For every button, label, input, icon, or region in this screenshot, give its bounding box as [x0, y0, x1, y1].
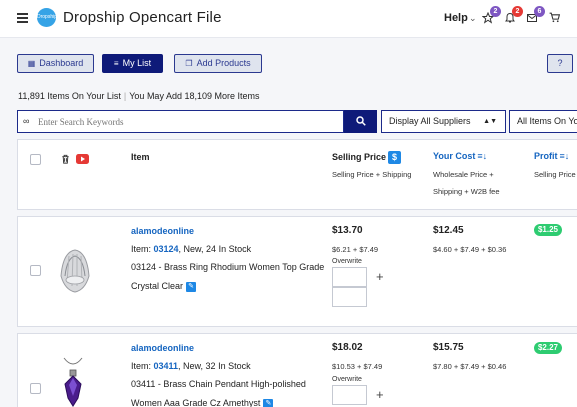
your-cost-label: Your Cost — [433, 151, 476, 161]
column-profit[interactable]: Profit ≡↓ — [534, 151, 569, 161]
item-stock: , New, 24 In Stock — [178, 244, 252, 254]
search-input[interactable] — [38, 114, 338, 129]
glasses-icon: ∞ — [23, 116, 30, 126]
app-title: Dropship Opencart File — [63, 9, 222, 26]
row-checkbox[interactable] — [30, 265, 41, 276]
dashboard-label: Dashboard — [39, 58, 84, 68]
selling-price-subtitle: Selling Price + Shipping — [332, 170, 412, 179]
plus-icon[interactable]: + — [376, 269, 384, 284]
search-field[interactable]: ∞ — [17, 110, 344, 133]
item-description: 03124 - Brass Ring Rhodium Women Top Gra… — [131, 258, 326, 296]
cart-button[interactable] — [548, 11, 562, 25]
list-icon: ≡ — [113, 59, 119, 68]
top-bar: Dropship Dropship Opencart File Help ⌄ 2… — [0, 0, 577, 38]
messages-button[interactable]: 6 — [526, 6, 545, 25]
overwrite-label: Overwrite — [332, 258, 362, 265]
column-item: Item — [131, 152, 150, 162]
plus-icon[interactable]: + — [376, 387, 384, 402]
supplier-name[interactable]: alamodeonline — [131, 343, 194, 353]
menu-icon[interactable] — [17, 13, 28, 23]
column-selling-price: Selling Price $ — [332, 151, 402, 164]
help-menu[interactable]: Help — [444, 12, 468, 24]
cart-icon — [549, 12, 561, 23]
item-prefix: Item: — [131, 361, 154, 371]
divider: | — [123, 91, 127, 101]
description-text: 03411 - Brass Chain Pendant High-polishe… — [131, 379, 306, 407]
overwrite-price-input[interactable] — [332, 267, 367, 287]
app-logo: Dropship — [37, 8, 57, 27]
dollar-icon[interactable]: $ — [388, 151, 402, 164]
add-products-label: Add Products — [196, 58, 251, 68]
youtube-icon[interactable] — [76, 154, 89, 164]
cost-breakdown: $7.80 + $7.49 + $0.46 — [433, 362, 507, 371]
description-text: 03124 - Brass Ring Rhodium Women Top Gra… — [131, 262, 325, 291]
cost-breakdown: $4.60 + $7.49 + $0.36 — [433, 245, 507, 254]
your-cost-subtitle-1: Wholesale Price + — [433, 170, 494, 179]
add-products-icon: ❐ — [185, 59, 193, 68]
selling-price-label: Selling Price — [332, 151, 387, 162]
list-count: 11,891 Items On Your List | You May Add 18… — [18, 91, 260, 101]
notifications-button[interactable]: 2 — [504, 6, 523, 25]
profit-badge: $1.25 — [534, 224, 562, 236]
edit-icon[interactable]: ✎ — [186, 281, 197, 292]
search-button[interactable] — [344, 110, 377, 133]
items-filter-value: All Items On Your — [517, 116, 577, 126]
sort-icon[interactable]: ≡↓ — [560, 151, 570, 161]
supplier-select[interactable]: Display All Suppliers ▲▼ — [381, 110, 506, 133]
dashboard-button[interactable]: ▦ Dashboard — [17, 54, 94, 73]
selling-breakdown: $6.21 + $7.49 — [332, 245, 379, 254]
column-your-cost[interactable]: Your Cost ≡↓ — [433, 151, 487, 161]
favorites-badge: 2 — [490, 6, 501, 17]
search-icon — [356, 116, 366, 126]
item-description: 03411 - Brass Chain Pendant High-polishe… — [131, 375, 326, 407]
messages-badge: 6 — [534, 6, 545, 17]
select-all-checkbox[interactable] — [30, 154, 41, 165]
dashboard-icon: ▦ — [27, 59, 36, 68]
selling-breakdown: $10.53 + $7.49 — [332, 362, 383, 371]
supplier-name[interactable]: alamodeonline — [131, 226, 194, 236]
sort-arrows-icon: ▲▼ — [483, 118, 497, 125]
edit-icon[interactable]: ✎ — [263, 398, 274, 407]
profit-subtitle: Selling Price — [534, 170, 576, 179]
items-filter-select[interactable]: All Items On Your — [509, 110, 577, 133]
item-stock: , New, 32 In Stock — [178, 361, 251, 371]
row-checkbox[interactable] — [30, 383, 41, 394]
notifications-badge: 2 — [512, 6, 523, 17]
your-cost-subtitle-2: Shipping + W2B fee — [433, 187, 500, 196]
overwrite-price-input[interactable] — [332, 385, 367, 405]
chevron-down-icon[interactable]: ⌄ — [469, 13, 477, 24]
help-button[interactable]: ? — [547, 54, 573, 73]
item-prefix: Item: — [131, 244, 154, 254]
item-code-link[interactable]: 03124 — [154, 244, 179, 254]
supplier-select-value: Display All Suppliers — [389, 116, 471, 126]
items-remaining: You May Add 18,109 More Items — [129, 91, 260, 101]
item-code-link[interactable]: 03411 — [154, 361, 179, 371]
product-image[interactable] — [58, 356, 88, 407]
selling-price: $13.70 — [332, 225, 363, 236]
your-cost: $15.75 — [433, 342, 464, 353]
my-list-label: My List — [122, 58, 152, 68]
overwrite-price-input-2[interactable] — [332, 287, 367, 307]
favorites-button[interactable]: 2 — [481, 6, 501, 25]
items-on-list: 11,891 Items On Your List — [18, 91, 121, 101]
my-list-button[interactable]: ≡ My List — [102, 54, 163, 73]
your-cost: $12.45 — [433, 225, 464, 236]
product-image[interactable] — [55, 246, 95, 294]
overwrite-label: Overwrite — [332, 376, 362, 383]
profit-badge: $2.27 — [534, 342, 562, 354]
sort-icon[interactable]: ≡↓ — [477, 151, 487, 161]
selling-price: $18.02 — [332, 342, 363, 353]
profit-label: Profit — [534, 151, 558, 161]
add-products-button[interactable]: ❐ Add Products — [174, 54, 262, 73]
item-info: Item: 03124, New, 24 In Stock — [131, 244, 251, 254]
item-info: Item: 03411, New, 32 In Stock — [131, 361, 251, 371]
trash-icon[interactable] — [60, 153, 71, 165]
